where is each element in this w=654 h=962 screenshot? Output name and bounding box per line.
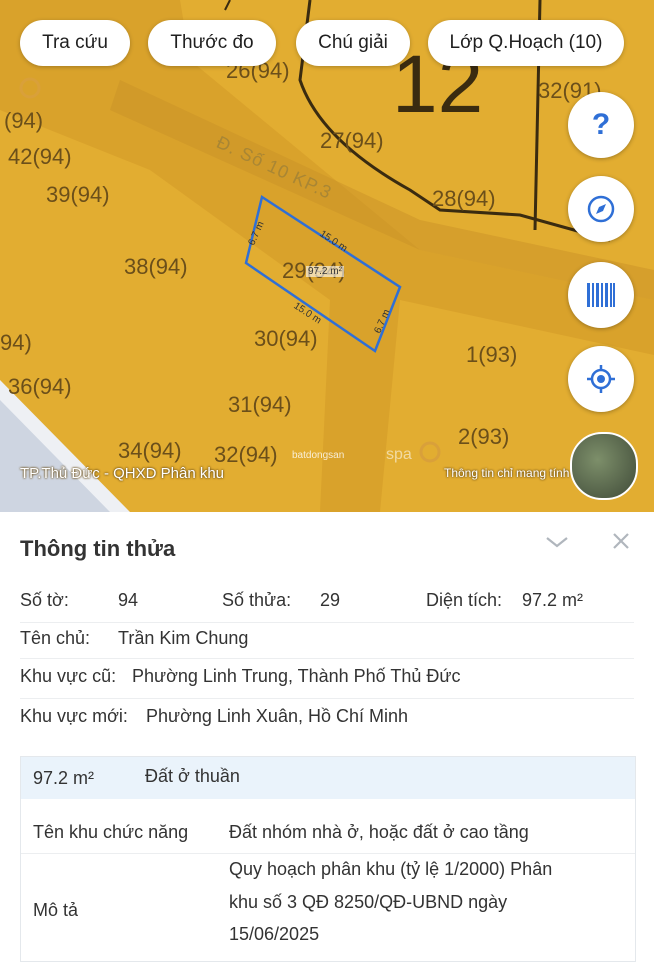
divider bbox=[20, 658, 634, 659]
help-icon: ? bbox=[591, 108, 611, 141]
barcode-icon bbox=[587, 283, 615, 307]
divider bbox=[21, 853, 635, 854]
plot-label: 1(93) bbox=[466, 342, 518, 367]
old-area-label: Khu vực cũ: bbox=[20, 666, 117, 686]
plot-label: 31(94) bbox=[228, 392, 292, 417]
chevron-down-icon[interactable] bbox=[544, 532, 570, 552]
legend-button[interactable]: Chú giải bbox=[296, 20, 410, 66]
divider bbox=[20, 622, 634, 623]
description-line: khu số 3 QĐ 8250/QĐ-UBND ngày bbox=[229, 892, 508, 912]
plot-label: 38(94) bbox=[124, 254, 188, 279]
zoning-header: 97.2 m² Đất ở thuần bbox=[21, 757, 635, 799]
locate-button[interactable] bbox=[568, 346, 634, 412]
area-value: 97.2 m² bbox=[522, 590, 584, 610]
sheet-number-label: Số tờ: bbox=[20, 590, 69, 610]
help-button[interactable]: ? bbox=[568, 92, 634, 158]
satellite-layer-thumbnail[interactable] bbox=[570, 432, 638, 500]
old-area-value: Phường Linh Trung, Thành Phố Thủ Đức bbox=[132, 666, 461, 686]
owner-label: Tên chủ: bbox=[20, 628, 91, 648]
panel-title: Thông tin thửa bbox=[20, 536, 176, 561]
divider bbox=[20, 698, 634, 699]
plot-label: 28(94) bbox=[432, 186, 496, 211]
area-label: Diện tích: bbox=[426, 590, 503, 610]
zone-area: 97.2 m² bbox=[33, 768, 95, 788]
function-label: Tên khu chức năng bbox=[33, 822, 189, 842]
zoning-table: 97.2 m² Đất ở thuần Tên khu chức năng Đấ… bbox=[20, 756, 636, 962]
new-area-label: Khu vực mới: bbox=[20, 706, 128, 726]
close-icon[interactable] bbox=[610, 530, 632, 552]
lookup-button[interactable]: Tra cứu bbox=[20, 20, 130, 66]
plot-label: 39(94) bbox=[46, 182, 110, 207]
plot-label: (94) bbox=[4, 108, 44, 133]
plot-label: 42(94) bbox=[8, 144, 72, 169]
parcel-area-label: 97.2 m² bbox=[306, 266, 344, 277]
parcel-info-panel: Thông tin thửa Số tờ: 94 Số thửa: 29 Diệ… bbox=[0, 512, 654, 962]
planning-layer-button[interactable]: Lớp Q.Hoạch (10) bbox=[428, 20, 624, 66]
plot-label: 94) bbox=[0, 330, 32, 355]
plot-label: 30(94) bbox=[254, 326, 318, 351]
compass-button[interactable] bbox=[568, 176, 634, 242]
description-line: 15/06/2025 bbox=[229, 924, 320, 944]
owner-value: Trần Kim Chung bbox=[118, 628, 249, 648]
watermark-brand: batdongsan bbox=[292, 450, 345, 461]
map-layer-caption: TP.Thủ Đức - QHXD Phân khu bbox=[20, 465, 225, 482]
plot-label: 34(94) bbox=[118, 438, 182, 463]
function-value: Đất nhóm nhà ở, hoặc đất ở cao tầng bbox=[229, 822, 529, 842]
compass-icon bbox=[587, 195, 615, 223]
watermark-tail: spa bbox=[386, 446, 412, 463]
locate-icon bbox=[587, 365, 615, 393]
plot-label: 2(93) bbox=[458, 424, 510, 449]
parcel-number-value: 29 bbox=[320, 590, 341, 610]
measure-button[interactable]: Thước đo bbox=[148, 20, 276, 66]
sheet-number-value: 94 bbox=[118, 590, 139, 610]
plot-label: 36(94) bbox=[8, 374, 72, 399]
map-view[interactable]: 12 Đ. Số 10 KP.3 26(94) 27(94) 28(94) 32… bbox=[0, 0, 654, 512]
map-disclaimer: Thông tin chỉ mang tính bbox=[444, 466, 570, 480]
zone-type: Đất ở thuần bbox=[145, 766, 240, 786]
plot-label: 27(94) bbox=[320, 128, 384, 153]
parcel-number-label: Số thửa: bbox=[222, 590, 292, 610]
new-area-value: Phường Linh Xuân, Hồ Chí Minh bbox=[146, 706, 409, 726]
description-label: Mô tả bbox=[33, 900, 79, 920]
barcode-button[interactable] bbox=[568, 262, 634, 328]
description-line: Quy hoạch phân khu (tỷ lệ 1/2000) Phân bbox=[229, 859, 553, 879]
map-background bbox=[0, 0, 654, 512]
